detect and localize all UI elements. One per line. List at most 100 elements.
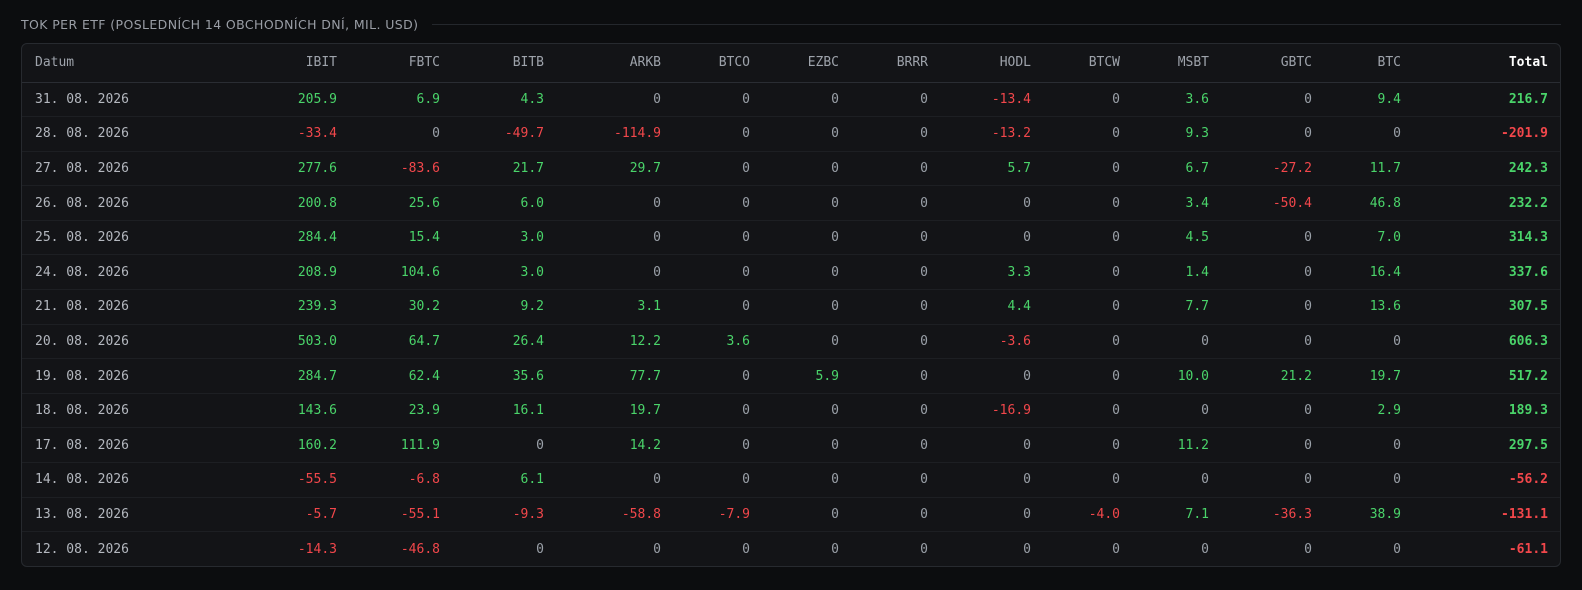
table-row: 31. 08. 2026 205.9 6.9 4.3 0 0 0 0 -13.4 0 3.6 0 9.4…: [22, 82, 1560, 117]
table-row: 14. 08. 2026 -55.5 -6.8 6.1 0 0 0 0 0 0 0 0 0 -56.2: [22, 463, 1560, 498]
column-header-gbtc[interactable]: GBTC: [1209, 44, 1312, 82]
column-header-hodl[interactable]: HODL: [928, 44, 1031, 82]
flow-cell-msbt: 1.4: [1185, 264, 1209, 280]
flow-cell-btc: 0: [1393, 437, 1401, 453]
flow-cell-gbtc: 0: [1304, 126, 1312, 142]
flow-cell-fbtc: 15.4: [408, 230, 440, 246]
flow-cell-ibit: -5.7: [305, 506, 337, 522]
table-row: 28. 08. 2026 -33.4 0 -49.7 -114.9 0 0 0 -13.2 0 9.…: [22, 117, 1560, 152]
flow-cell-bitb: 9.2: [520, 299, 544, 315]
flow-cell-hodl: 0: [1023, 230, 1031, 246]
flow-cell-ibit: 208.9: [297, 264, 337, 280]
table-row: 12. 08. 2026 -14.3 -46.8 0 0 0 0 0 0 0 0 0 0 -61.1: [22, 532, 1560, 567]
flow-cell-btc: 0: [1393, 472, 1401, 488]
table-row: 25. 08. 2026 284.4 15.4 3.0 0 0 0 0 0 0 4.5 0 7.0 314…: [22, 220, 1560, 255]
total-cell: -201.9: [1501, 126, 1548, 142]
flow-cell-bitb: 26.4: [512, 333, 544, 349]
flow-cell-hodl: 0: [1023, 541, 1031, 557]
flow-cell-btco: 0: [742, 299, 750, 315]
flow-cell-gbtc: 0: [1304, 333, 1312, 349]
total-cell: -131.1: [1501, 506, 1548, 522]
flow-cell-gbtc: -36.3: [1272, 506, 1312, 522]
column-header-fbtc[interactable]: FBTC: [337, 44, 440, 82]
column-header-ezbc[interactable]: EZBC: [750, 44, 839, 82]
flow-cell-hodl: -16.9: [991, 403, 1031, 419]
flow-cell-ibit: 503.0: [297, 333, 337, 349]
flow-cell-msbt: 3.4: [1185, 195, 1209, 211]
flow-cell-btc: 38.9: [1369, 506, 1401, 522]
flow-cell-hodl: 0: [1023, 368, 1031, 384]
etf-flow-table: Datum IBIT FBTC BITB ARKB BTCO EZBC BRRR HODL BTC…: [22, 44, 1560, 566]
flow-cell-ezbc: 0: [831, 403, 839, 419]
date-cell: 19. 08. 2026: [35, 368, 129, 384]
column-header-total[interactable]: Total: [1401, 44, 1560, 82]
flow-cell-arkb: 0: [653, 230, 661, 246]
flow-cell-btcw: 0: [1112, 230, 1120, 246]
flow-cell-gbtc: 0: [1304, 299, 1312, 315]
flow-cell-brrr: 0: [920, 368, 928, 384]
flow-cell-hodl: -13.4: [991, 91, 1031, 107]
column-header-btco[interactable]: BTCO: [661, 44, 750, 82]
date-cell: 12. 08. 2026: [35, 541, 129, 557]
total-cell: 517.2: [1508, 368, 1548, 384]
flow-cell-ezbc: 0: [831, 333, 839, 349]
column-header-btcw[interactable]: BTCW: [1031, 44, 1120, 82]
column-header-bitb[interactable]: BITB: [440, 44, 544, 82]
flow-cell-arkb: 14.2: [629, 437, 661, 453]
flow-cell-ibit: -14.3: [297, 541, 337, 557]
flow-cell-arkb: 0: [653, 264, 661, 280]
date-cell: 13. 08. 2026: [35, 506, 129, 522]
flow-cell-gbtc: 0: [1304, 541, 1312, 557]
flow-cell-btc: 7.0: [1377, 230, 1401, 246]
total-cell: 216.7: [1508, 91, 1548, 107]
flow-cell-brrr: 0: [920, 506, 928, 522]
flow-cell-bitb: 35.6: [512, 368, 544, 384]
column-header-arkb[interactable]: ARKB: [544, 44, 661, 82]
flow-cell-hodl: -13.2: [991, 126, 1031, 142]
table-row: 26. 08. 2026 200.8 25.6 6.0 0 0 0 0 0 0 3.4 -50.4 46…: [22, 186, 1560, 221]
column-header-ibit[interactable]: IBIT: [257, 44, 337, 82]
column-header-datum[interactable]: Datum: [22, 44, 257, 82]
flow-cell-hodl: 0: [1023, 472, 1031, 488]
flow-cell-bitb: 0: [536, 437, 544, 453]
column-header-msbt[interactable]: MSBT: [1120, 44, 1209, 82]
flow-cell-btcw: 0: [1112, 368, 1120, 384]
flow-cell-ezbc: 0: [831, 264, 839, 280]
table-row: 13. 08. 2026 -5.7 -55.1 -9.3 -58.8 -7.9 0 0 0 -4.…: [22, 497, 1560, 532]
flow-cell-btco: 0: [742, 230, 750, 246]
flow-cell-bitb: 6.0: [520, 195, 544, 211]
flow-cell-bitb: 16.1: [512, 403, 544, 419]
flow-cell-ibit: 277.6: [297, 160, 337, 176]
table-row: 24. 08. 2026 208.9 104.6 3.0 0 0 0 0 3.3 0 1.4 0 16.…: [22, 255, 1560, 290]
flow-cell-btcw: 0: [1112, 333, 1120, 349]
column-header-brrr[interactable]: BRRR: [839, 44, 928, 82]
flow-cell-hodl: 0: [1023, 506, 1031, 522]
total-cell: 606.3: [1508, 333, 1548, 349]
flow-cell-msbt: 0: [1201, 472, 1209, 488]
flow-cell-msbt: 0: [1201, 333, 1209, 349]
flow-cell-btco: 0: [742, 264, 750, 280]
column-header-btc[interactable]: BTC: [1312, 44, 1401, 82]
flow-cell-arkb: -114.9: [614, 126, 661, 142]
flow-cell-arkb: 0: [653, 541, 661, 557]
flow-cell-btco: -7.9: [718, 506, 750, 522]
flow-cell-btcw: 0: [1112, 541, 1120, 557]
total-cell: 242.3: [1508, 160, 1548, 176]
flow-cell-btcw: 0: [1112, 160, 1120, 176]
total-cell: 337.6: [1508, 264, 1548, 280]
flow-cell-brrr: 0: [920, 541, 928, 557]
flow-cell-fbtc: 62.4: [408, 368, 440, 384]
flow-cell-btc: 19.7: [1369, 368, 1401, 384]
flow-cell-fbtc: 23.9: [408, 403, 440, 419]
flow-cell-brrr: 0: [920, 264, 928, 280]
flow-cell-fbtc: 30.2: [408, 299, 440, 315]
flow-cell-hodl: 3.3: [1007, 264, 1031, 280]
flow-cell-msbt: 3.6: [1185, 91, 1209, 107]
flow-cell-btco: 0: [742, 472, 750, 488]
table-row: 19. 08. 2026 284.7 62.4 35.6 77.7 0 5.9 0 0 0 10.0…: [22, 359, 1560, 394]
date-cell: 20. 08. 2026: [35, 333, 129, 349]
date-cell: 21. 08. 2026: [35, 299, 129, 315]
flow-cell-btco: 0: [742, 437, 750, 453]
flow-cell-ibit: 143.6: [297, 403, 337, 419]
flow-cell-gbtc: 0: [1304, 230, 1312, 246]
